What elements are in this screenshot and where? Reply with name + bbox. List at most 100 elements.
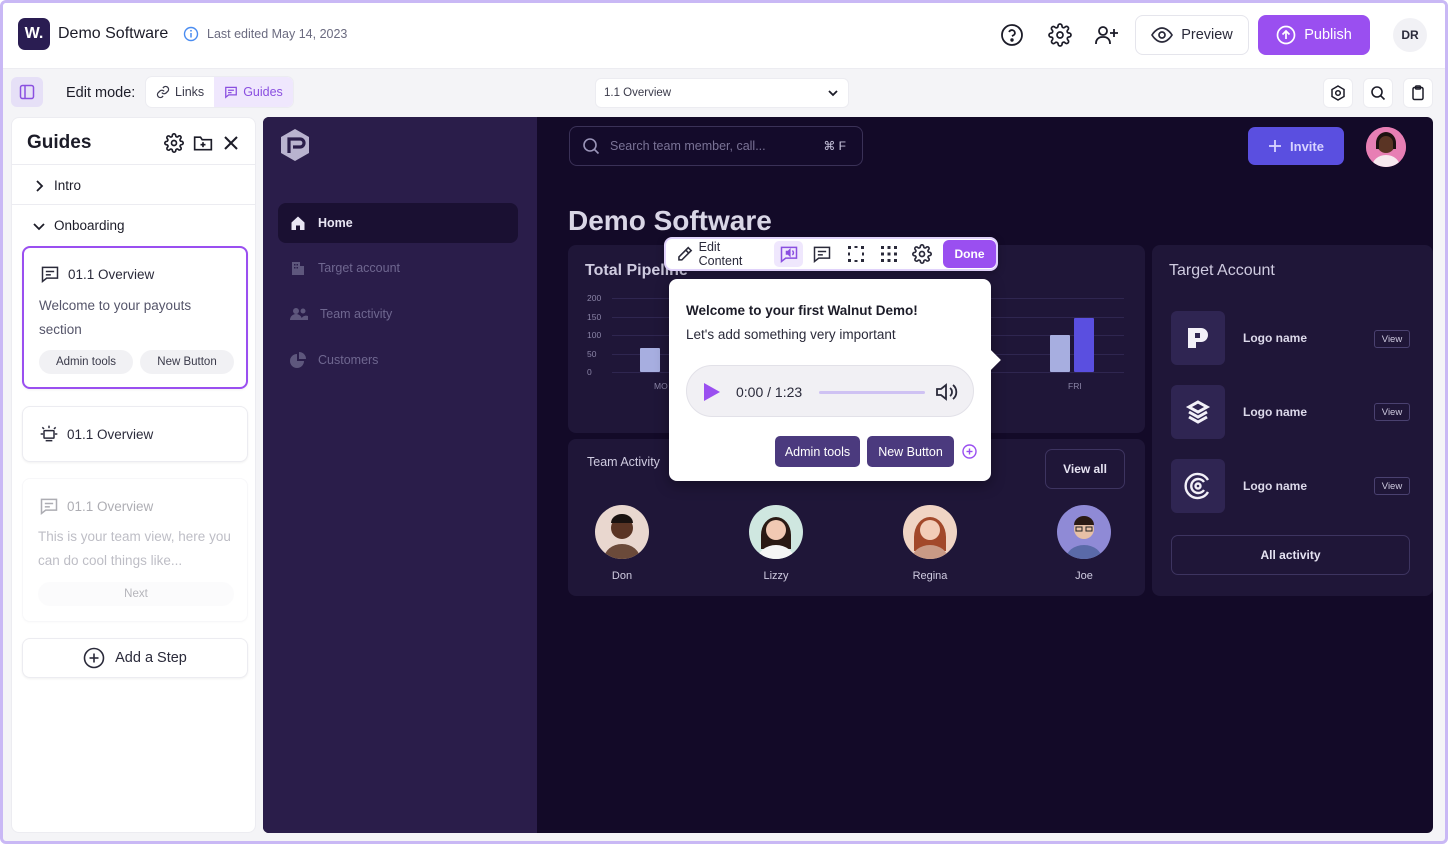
account-view-button[interactable]: View	[1374, 477, 1410, 495]
team-member-avatar[interactable]	[749, 505, 803, 559]
demo-sidebar: Home Target account Team activity Custom…	[263, 117, 537, 833]
settings-gear-icon[interactable]	[1046, 21, 1074, 49]
section-onboarding-label: Onboarding	[54, 218, 125, 233]
demo-nav-target-account[interactable]: Target account	[278, 248, 518, 288]
audio-tool-button[interactable]	[774, 241, 804, 267]
add-step-button[interactable]: Add a Step	[22, 638, 248, 678]
message-square-icon	[41, 266, 59, 284]
guides-tab[interactable]: Guides	[214, 77, 293, 107]
team-member-avatar[interactable]	[595, 505, 649, 559]
plus-icon	[1269, 140, 1282, 152]
users-icon	[290, 308, 308, 320]
account-name: Logo name	[1243, 405, 1308, 419]
edit-content-button[interactable]: Edit Content	[672, 240, 770, 268]
chart-bar	[1050, 335, 1070, 372]
x-tick-label: FRI	[1068, 381, 1082, 391]
edit-mode-label: Edit mode:	[66, 85, 136, 101]
focus-area-button[interactable]	[874, 241, 903, 267]
search-icon	[583, 138, 600, 155]
user-avatar[interactable]: DR	[1393, 18, 1427, 52]
team-member-name: Don	[611, 570, 633, 582]
divider	[12, 204, 255, 205]
app-title: Demo Software	[58, 25, 169, 42]
chevron-down-icon	[33, 222, 45, 230]
preview-button[interactable]: Preview	[1135, 15, 1249, 55]
account-view-button[interactable]: View	[1374, 403, 1410, 421]
popover-new-button[interactable]: New Button	[867, 436, 954, 467]
step-title: 01.1 Overview	[67, 426, 154, 442]
team-member-avatar[interactable]	[1057, 505, 1111, 559]
all-activity-button[interactable]: All activity	[1171, 535, 1410, 575]
toolbar-settings-button[interactable]	[908, 241, 937, 267]
play-icon[interactable]	[703, 382, 721, 402]
clipboard-button[interactable]	[1403, 78, 1433, 108]
link-icon	[156, 85, 170, 99]
select-area-button[interactable]	[841, 241, 870, 267]
sidebar-toggle-button[interactable]	[11, 77, 43, 107]
team-member-avatar[interactable]	[903, 505, 957, 559]
section-intro[interactable]: Intro	[32, 178, 81, 193]
chevron-right-icon	[36, 179, 44, 192]
step-select[interactable]: 1.1 Overview	[595, 78, 849, 108]
invite-button[interactable]: Invite	[1248, 127, 1344, 165]
account-view-button[interactable]: View	[1374, 330, 1410, 348]
demo-nav-team-activity[interactable]: Team activity	[278, 294, 518, 334]
message-square-icon	[813, 246, 831, 264]
last-edited-text: Last edited May 14, 2023	[207, 27, 348, 41]
demo-search-input[interactable]: Search team member, call... ⌘ F	[569, 126, 863, 166]
walnut-logo[interactable]: W.	[18, 18, 50, 50]
guides-panel: Guides Intro Onboarding 01.1 Overview We…	[11, 117, 256, 833]
step-pill-next[interactable]: Next	[38, 582, 234, 606]
step-title: 01.1 Overview	[68, 266, 155, 282]
search-shortcut: ⌘ F	[823, 139, 846, 153]
nav-label: Target account	[318, 261, 400, 275]
selection-dots-icon	[847, 246, 864, 262]
add-user-icon[interactable]	[1093, 21, 1121, 49]
step-card[interactable]: 01.1 Overview	[22, 406, 248, 462]
building-icon	[292, 262, 304, 275]
add-button-icon[interactable]	[962, 444, 977, 459]
audio-progress-track[interactable]	[819, 391, 925, 394]
demo-nav-customers[interactable]: Customers	[278, 340, 518, 380]
speaker-message-icon	[780, 246, 797, 264]
eye-icon	[1151, 27, 1174, 43]
guides-settings-icon[interactable]	[163, 132, 185, 154]
volume-icon[interactable]	[935, 381, 959, 403]
message-tool-button[interactable]	[807, 241, 836, 267]
y-tick-label: 100	[587, 330, 602, 340]
step-card-faded[interactable]: 01.1 Overview This is your team view, he…	[22, 478, 248, 622]
y-tick-label: 150	[587, 311, 602, 322]
step-body: This is your team view, here you can do …	[38, 529, 231, 568]
hotspot-button[interactable]	[1323, 78, 1353, 108]
add-folder-icon[interactable]	[192, 132, 214, 154]
clipboard-icon	[1412, 85, 1424, 101]
message-square-icon	[40, 498, 58, 516]
popover-title: Welcome to your first Walnut Demo!	[686, 303, 918, 318]
team-activity-title: Team Activity	[587, 455, 660, 469]
publish-button[interactable]: Publish	[1258, 15, 1370, 55]
y-tick-label: 50	[587, 348, 597, 359]
edit-content-label: Edit Content	[698, 240, 743, 268]
search-icon	[1371, 86, 1386, 101]
demo-brand-logo	[281, 129, 309, 161]
view-all-button[interactable]: View all	[1045, 449, 1125, 489]
close-icon[interactable]	[220, 132, 242, 154]
step-pill-new-button[interactable]: New Button	[140, 350, 234, 374]
info-icon[interactable]	[183, 26, 199, 42]
search-button[interactable]	[1363, 78, 1393, 108]
target-account-panel: Target Account Logo name View Logo name …	[1152, 245, 1433, 596]
chart-bar	[1074, 318, 1094, 372]
step-card-header: 01.1 Overview	[40, 264, 154, 284]
links-tab[interactable]: Links	[146, 77, 214, 107]
step-pill-admin-tools[interactable]: Admin tools	[39, 350, 133, 374]
help-icon[interactable]	[998, 21, 1026, 49]
demo-user-avatar[interactable]	[1366, 127, 1406, 167]
popover-admin-tools-button[interactable]: Admin tools	[775, 436, 860, 467]
section-onboarding[interactable]: Onboarding	[32, 218, 125, 233]
step-card-header: 01.1 Overview	[39, 496, 153, 516]
done-button[interactable]: Done	[943, 240, 996, 268]
step-card-selected[interactable]: 01.1 Overview Welcome to your payouts se…	[22, 246, 248, 389]
audio-player: 0:00 / 1:23	[686, 365, 974, 417]
demo-nav-home[interactable]: Home	[278, 203, 518, 243]
account-name: Logo name	[1243, 479, 1308, 493]
